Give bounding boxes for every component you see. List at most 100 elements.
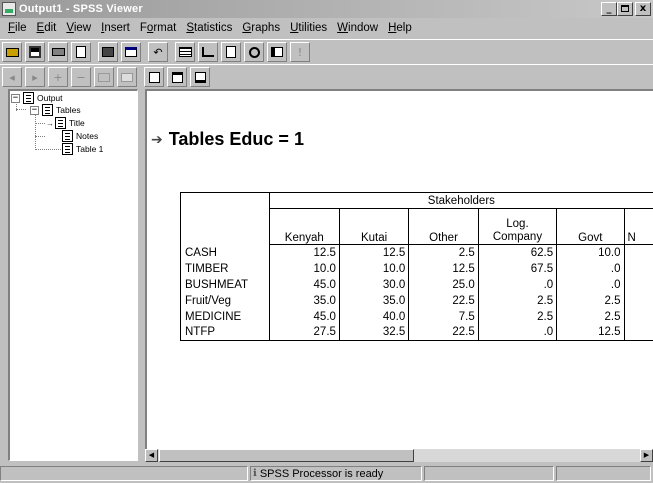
insert-title-icon[interactable] [167, 67, 187, 87]
goto-data-icon[interactable] [175, 42, 195, 62]
promote-icon[interactable]: ◂ [2, 67, 22, 87]
menu-format[interactable]: Format [135, 20, 181, 37]
horizontal-scrollbar[interactable]: ◀ ▶ [145, 449, 653, 462]
row-label: NTFP [180, 324, 270, 341]
table-cell: 45.0 [269, 308, 340, 325]
save-icon[interactable] [25, 42, 45, 62]
menu-file[interactable]: File [3, 20, 32, 37]
table-cell: 62.5 [478, 244, 558, 261]
outline-pane[interactable]: − Output − Tables → Title Notes Table 1 [8, 89, 138, 461]
table-cell: 67.5 [478, 260, 558, 277]
table-cell: 12.5 [339, 244, 410, 261]
table-cell: 10.0 [339, 260, 410, 277]
table-icon [62, 143, 73, 155]
notes-doc-icon [62, 130, 73, 142]
table-cell: 12.5 [408, 260, 479, 277]
table-cell: 22.5 [408, 324, 479, 341]
menu-graphs[interactable]: Graphs [237, 20, 285, 37]
menu-bar: File Edit View Insert Format Statistics Graphs… [0, 19, 653, 38]
app-icon[interactable] [2, 2, 16, 16]
hide-icon[interactable] [117, 67, 137, 87]
table-row: Fruit/Veg 35.0 35.0 22.5 2.5 2.5 [180, 292, 653, 309]
table-cell [624, 293, 653, 309]
table-cell: 2.5 [478, 292, 558, 309]
table-cell [624, 261, 653, 277]
table-cell [624, 277, 653, 293]
table-cell: 7.5 [408, 308, 479, 325]
outline-toolbar: ◂ ▸ + − [0, 64, 653, 89]
info-icon: ℹ [253, 468, 257, 479]
column-header-log-company: Log. Company [478, 208, 558, 245]
menu-utilities[interactable]: Utilities [285, 20, 332, 37]
table-cell: 2.5 [408, 244, 479, 261]
print-preview-icon[interactable] [71, 42, 91, 62]
table-row: TIMBER 10.0 10.0 12.5 67.5.0 [180, 260, 653, 277]
table-cell: .0 [478, 276, 558, 293]
menu-help[interactable]: Help [383, 20, 417, 37]
title-bar[interactable]: Output1 - SPSS Viewer _ x [0, 0, 653, 18]
column-header: N [624, 208, 653, 245]
outline-table1-label: Table 1 [76, 144, 104, 154]
outline-item-notes[interactable]: Notes [62, 130, 98, 142]
outline-item-title[interactable]: → Title [46, 117, 85, 129]
outline-item-tables[interactable]: − Tables [30, 104, 81, 116]
table-cell: .0 [556, 260, 625, 277]
print-icon[interactable] [48, 42, 68, 62]
output-heading[interactable]: ➔ Tables Educ = 1 [147, 129, 304, 150]
column-header-line: Company [492, 231, 543, 243]
scroll-right-icon[interactable]: ▶ [640, 449, 653, 462]
outline-title-label: Title [69, 118, 85, 128]
table-row: CASH 12.5 12.5 2.5 62.5 10.0 [180, 244, 653, 261]
table-cell [624, 309, 653, 325]
menu-insert[interactable]: Insert [96, 20, 135, 37]
menu-edit[interactable]: Edit [32, 20, 62, 37]
export-icon[interactable] [98, 42, 118, 62]
goto-case-icon[interactable] [198, 42, 218, 62]
table-cell: 27.5 [269, 324, 340, 341]
table-cell: 22.5 [408, 292, 479, 309]
status-panel-empty [556, 466, 651, 481]
collapse-toggle-icon[interactable]: − [11, 93, 20, 103]
insert-text-icon[interactable] [190, 67, 210, 87]
select-last-output-icon[interactable] [267, 42, 287, 62]
row-label: CASH [180, 244, 270, 261]
column-header-line: Log. [506, 218, 529, 230]
table-cell: 2.5 [556, 292, 625, 309]
pivot-table[interactable]: Stakeholders Kenyah Kutai Other Log. Comp… [180, 192, 653, 341]
outline-item-output[interactable]: − Output [11, 92, 63, 104]
close-button[interactable]: x [635, 2, 651, 16]
insert-heading-icon[interactable] [144, 67, 164, 87]
designate-window-icon[interactable]: ! [290, 42, 310, 62]
table-cell: 12.5 [269, 244, 340, 261]
menu-statistics[interactable]: Statistics [181, 20, 237, 37]
variables-icon[interactable] [221, 42, 241, 62]
column-header: Govt [556, 208, 625, 245]
menu-view[interactable]: View [61, 20, 96, 37]
heading-text: Tables Educ = 1 [168, 129, 304, 149]
table-cell: 35.0 [269, 292, 340, 309]
open-icon[interactable] [2, 42, 22, 62]
demote-icon[interactable]: ▸ [25, 67, 45, 87]
row-label: BUSHMEAT [180, 276, 270, 293]
show-icon[interactable] [94, 67, 114, 87]
content-pane[interactable]: ➔ Tables Educ = 1 Stakeholders Kenyah Ku… [145, 89, 653, 449]
maximize-button[interactable] [617, 2, 633, 16]
recall-dialog-icon[interactable] [121, 42, 141, 62]
pivot-corner [180, 192, 270, 245]
outline-item-table1[interactable]: Table 1 [62, 143, 103, 155]
spanner-header: Stakeholders [269, 192, 653, 209]
find-icon[interactable] [244, 42, 264, 62]
table-cell: 10.0 [556, 244, 625, 261]
outline-output-label: Output [37, 93, 63, 103]
menu-window[interactable]: Window [332, 20, 383, 37]
undo-icon[interactable]: ↶ [148, 42, 168, 62]
minimize-button[interactable]: _ [601, 2, 617, 16]
expand-icon[interactable]: + [48, 67, 68, 87]
table-cell: 25.0 [408, 276, 479, 293]
window-title: Output1 - SPSS Viewer [19, 3, 143, 15]
scroll-thumb[interactable] [159, 449, 414, 462]
collapse-toggle-icon[interactable]: − [30, 105, 39, 115]
scroll-left-icon[interactable]: ◀ [145, 449, 158, 462]
collapse-icon[interactable]: − [71, 67, 91, 87]
row-label: Fruit/Veg [180, 292, 270, 309]
